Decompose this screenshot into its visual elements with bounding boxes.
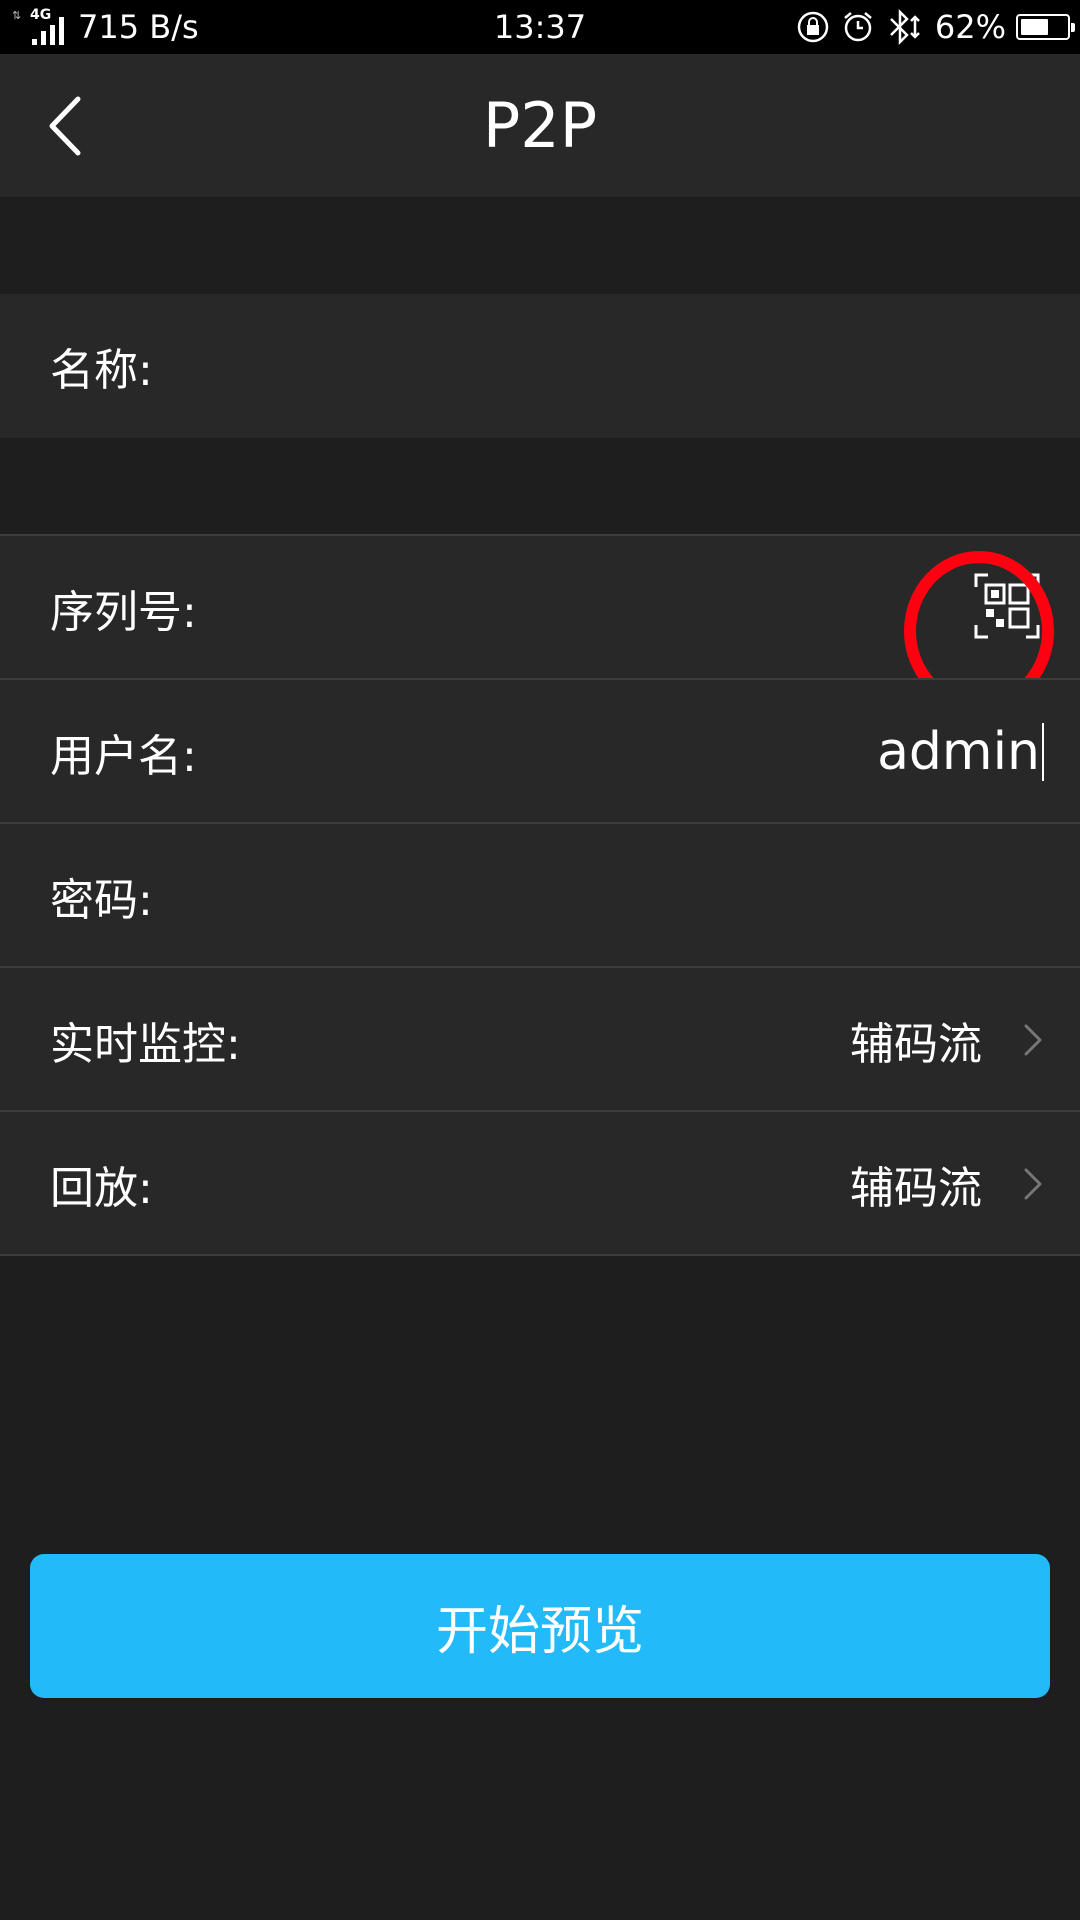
username-field[interactable]: 用户名: admin [0,680,1080,824]
clock: 13:37 [493,8,587,46]
battery-icon [1016,14,1075,40]
chevron-right-icon [1024,1168,1042,1200]
playback-value: 辅码流 [850,1163,982,1214]
live-value: 辅码流 [850,1019,982,1070]
username-label: 用户名: [50,731,197,782]
playback-label: 回放: [50,1163,153,1214]
chevron-right-icon [1024,1024,1042,1056]
status-bar: ⇅ 4G 715 B/s 13:37 62% [0,0,1080,54]
serial-label: 序列号: [50,587,197,638]
qr-scan-button[interactable] [904,551,1054,711]
bluetooth-icon [889,9,920,45]
password-field[interactable]: 密码: [0,824,1080,968]
alarm-icon [844,12,872,42]
playback-stream-selector[interactable]: 回放: 辅码流 [0,1112,1080,1256]
rotation-lock-icon [797,11,829,43]
name-label: 名称: [50,345,153,396]
password-label: 密码: [50,875,153,926]
divider [0,1254,1080,1256]
serial-field[interactable]: 序列号: [0,536,1080,711]
username-input[interactable]: admin [877,680,1044,824]
name-field[interactable]: 名称: [0,294,1080,438]
live-stream-selector[interactable]: 实时监控: 辅码流 [0,968,1080,1112]
start-preview-button[interactable]: 开始预览 [30,1554,1050,1698]
status-bar-right: 62% [795,0,1075,54]
battery-percent: 62% [934,8,1006,46]
live-label: 实时监控: [50,1019,241,1070]
title-bar: P2P [0,54,1080,197]
username-value: admin [877,722,1040,782]
text-caret [1042,723,1044,781]
page-title: P2P [482,89,598,162]
